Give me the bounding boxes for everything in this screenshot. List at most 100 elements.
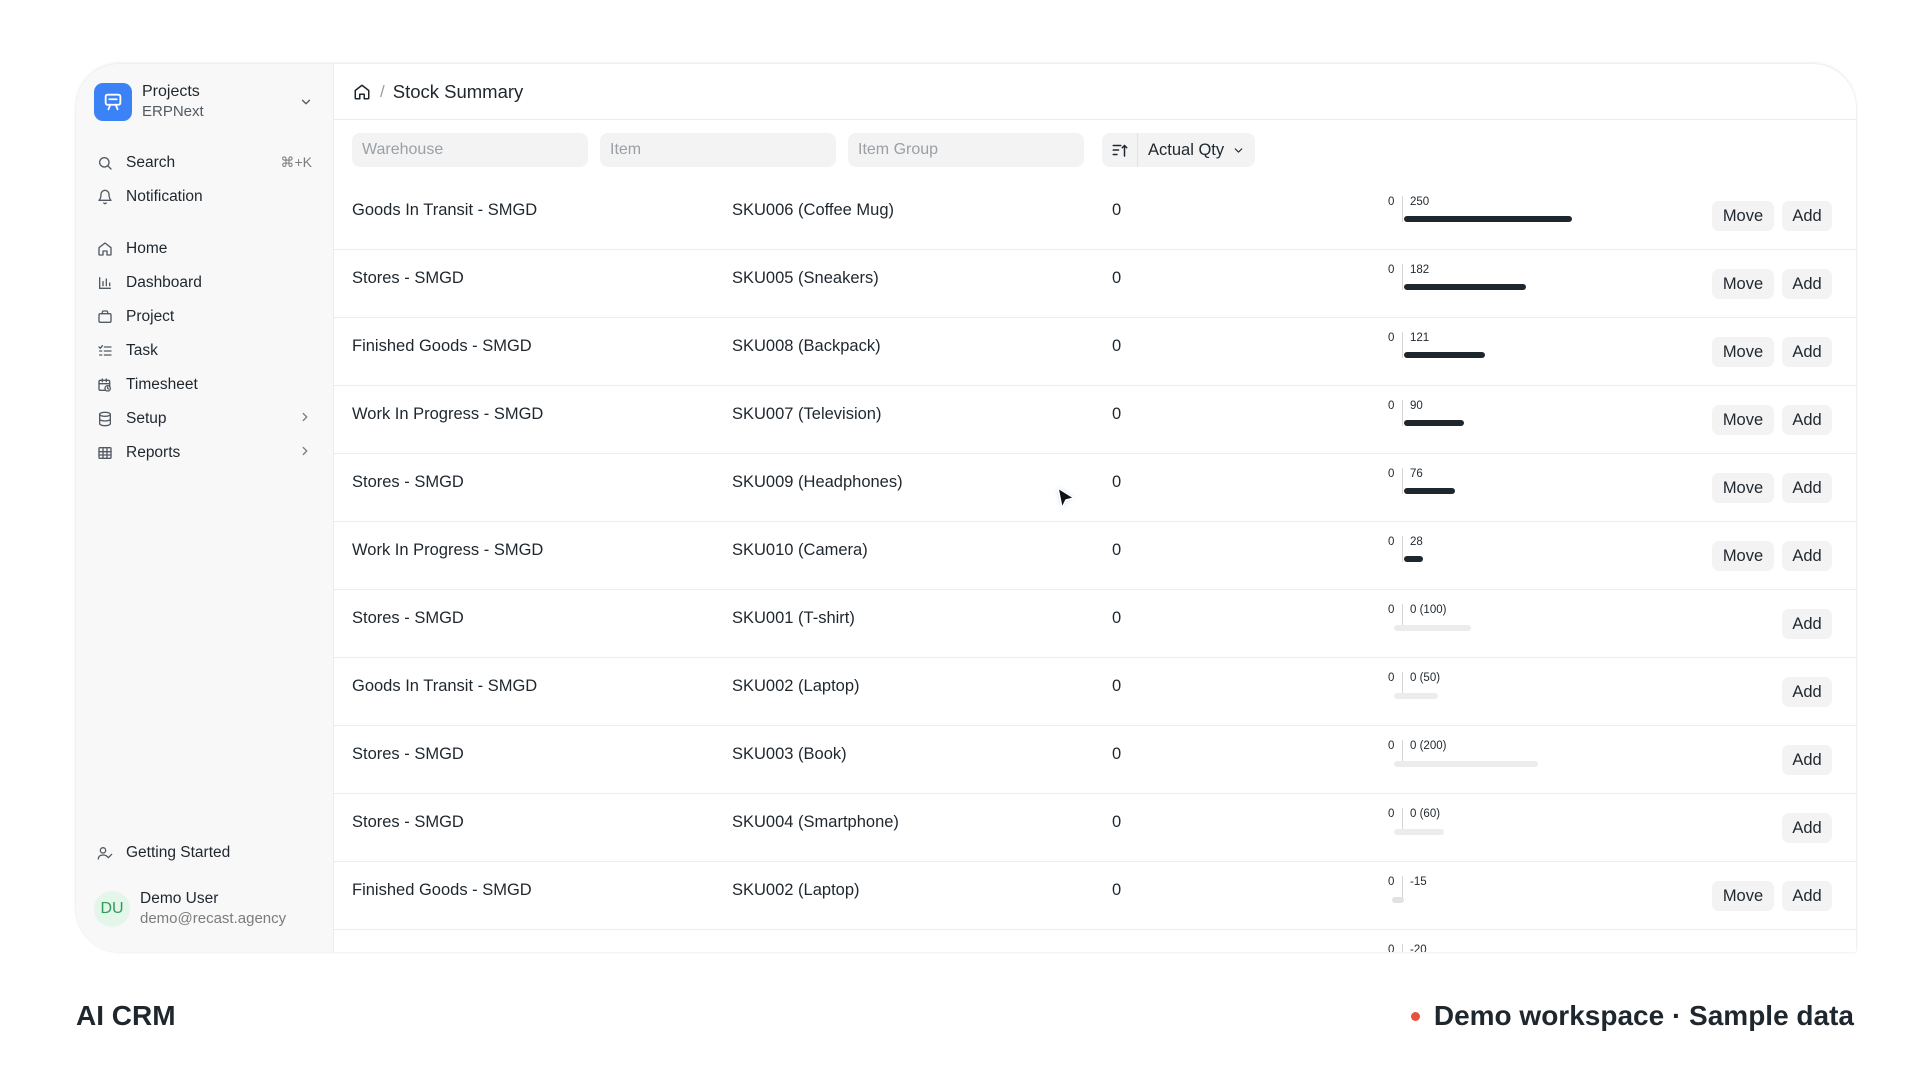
table-row[interactable]: Stores - SMGD SKU004 (Smartphone) 0 0 0 (60)… [334, 794, 1856, 862]
move-button[interactable]: Move [1712, 881, 1774, 911]
add-button[interactable]: Add [1782, 609, 1832, 639]
table-row[interactable]: Work In Progress - SMGD SKU007 (Televisio… [334, 386, 1856, 454]
table-row[interactable]: Stores - SMGD SKU001 (T-shirt) 0 0 0 (100) Ad… [334, 590, 1856, 658]
chart-zero-label: 0 [1388, 740, 1395, 752]
add-button[interactable]: Add [1782, 745, 1832, 775]
sidebar-item-setup[interactable]: Setup [94, 404, 316, 434]
home-icon[interactable] [352, 82, 372, 102]
add-button[interactable]: Add [1782, 269, 1832, 299]
item-group-filter-input[interactable] [848, 133, 1084, 167]
sidebar-item-label: Notification [126, 188, 203, 205]
main-content: / Stock Summary Actual Qty Goods In Tran… [334, 64, 1856, 952]
move-button[interactable]: Move [1712, 201, 1774, 231]
add-button[interactable]: Add [1782, 337, 1832, 367]
sidebar-item-search[interactable]: Search ⌘+K [94, 148, 316, 178]
user-email: demo@recast.agency [140, 910, 287, 927]
add-button[interactable]: Add [1782, 473, 1832, 503]
sort-control: Actual Qty [1102, 133, 1256, 167]
table-row[interactable]: Finished Goods - SMGD SKU002 (Laptop) 0 0 -1… [334, 862, 1856, 930]
footer-note: Demo workspace · Sample data [1410, 1000, 1854, 1032]
table-row[interactable]: Goods In Transit - SMGD SKU002 (Laptop) 0 0… [334, 658, 1856, 726]
chart-zero-line [1402, 536, 1403, 562]
qty-cell: 0 [1112, 744, 1122, 763]
chart-value-label: 28 [1410, 536, 1423, 548]
warehouse-filter-input[interactable] [352, 133, 588, 167]
sidebar-item-notification[interactable]: Notification [94, 182, 316, 212]
chart-value-label: 90 [1410, 400, 1423, 412]
actual-qty-bar [1404, 556, 1423, 562]
warehouse-cell: Goods In Transit - SMGD [352, 676, 538, 695]
add-button[interactable]: Add [1782, 881, 1832, 911]
add-button[interactable]: Add [1782, 201, 1832, 231]
chart-zero-line [1402, 944, 1403, 952]
workspace-switcher[interactable]: Projects ERPNext [94, 80, 316, 124]
page-title: Stock Summary [392, 80, 524, 102]
stock-level-chart: 0 250 [1388, 188, 1608, 244]
actual-qty-bar [1404, 216, 1572, 222]
stock-level-chart: 0 0 (50) [1388, 664, 1608, 720]
bar-chart-icon [96, 274, 114, 292]
sidebar-item-dashboard[interactable]: Dashboard [94, 268, 316, 298]
add-button[interactable]: Add [1782, 405, 1832, 435]
sidebar-item-getting-started[interactable]: Getting Started [94, 838, 316, 868]
home-icon [96, 240, 114, 258]
stock-level-chart: 0 182 [1388, 256, 1608, 312]
item-filter-input[interactable] [600, 133, 836, 167]
table-row[interactable]: Work In Progress - SMGD SKU010 (Camera) 0 0… [334, 522, 1856, 590]
add-button[interactable]: Add [1782, 541, 1832, 571]
table-row[interactable]: Stores - SMGD SKU003 (Book) 0 0 0 (200) Add [334, 726, 1856, 794]
table-row[interactable]: 0 -20 [334, 930, 1856, 952]
stock-level-chart: 0 121 [1388, 324, 1608, 380]
user-menu[interactable]: DU Demo User demo@recast.agency [94, 884, 316, 934]
stock-level-chart: 0 -15 [1388, 868, 1608, 924]
chart-zero-label: 0 [1388, 944, 1395, 952]
sidebar-item-label: Getting Started [126, 844, 231, 861]
chevron-right-icon[interactable] [298, 444, 312, 458]
chart-zero-label: 0 [1388, 536, 1395, 548]
qty-cell: 0 [1112, 472, 1122, 491]
table-row[interactable]: Stores - SMGD SKU005 (Sneakers) 0 0 182 Move A… [334, 250, 1856, 318]
chart-zero-line [1402, 468, 1403, 494]
warehouse-cell: Finished Goods - SMGD [352, 336, 532, 355]
sort-field-label: Actual Qty [1148, 140, 1225, 159]
chevron-down-icon[interactable] [296, 92, 316, 112]
sidebar-item-timesheet[interactable]: Timesheet [94, 370, 316, 400]
move-button[interactable]: Move [1712, 269, 1774, 299]
stock-level-chart: 0 76 [1388, 460, 1608, 516]
move-button[interactable]: Move [1712, 473, 1774, 503]
actual-qty-bar [1404, 488, 1455, 494]
item-cell: SKU008 (Backpack) [732, 336, 881, 355]
sidebar-item-project[interactable]: Project [94, 302, 316, 332]
chevron-right-icon[interactable] [298, 410, 312, 424]
sidebar-item-task[interactable]: Task [94, 336, 316, 366]
chart-value-label: 182 [1410, 264, 1430, 276]
stock-level-chart: 0 0 (100) [1388, 596, 1608, 652]
add-button[interactable]: Add [1782, 813, 1832, 843]
sidebar-item-home[interactable]: Home [94, 234, 316, 264]
breadcrumb-separator: / [380, 81, 385, 101]
item-cell: SKU007 (Television) [732, 404, 882, 423]
chart-zero-label: 0 [1388, 400, 1395, 412]
table-row[interactable]: Stores - SMGD SKU009 (Headphones) 0 0 76 Move… [334, 454, 1856, 522]
qty-cell: 0 [1112, 268, 1122, 287]
item-cell: SKU004 (Smartphone) [732, 812, 899, 831]
chart-zero-label: 0 [1388, 876, 1395, 888]
negative-qty-bar [1392, 897, 1404, 903]
move-button[interactable]: Move [1712, 541, 1774, 571]
chart-zero-label: 0 [1388, 332, 1395, 344]
search-shortcut: ⌘+K [280, 154, 312, 170]
stock-table: Goods In Transit - SMGD SKU006 (Coffee Mu… [334, 182, 1856, 952]
workspace-subtitle: ERPNext [142, 103, 204, 120]
move-button[interactable]: Move [1712, 337, 1774, 367]
move-button[interactable]: Move [1712, 405, 1774, 435]
sort-field-select[interactable]: Actual Qty [1138, 133, 1255, 167]
sidebar-item-reports[interactable]: Reports [94, 438, 316, 468]
avatar: DU [94, 891, 130, 927]
sidebar-item-label: Dashboard [126, 274, 202, 291]
sort-order-button[interactable] [1102, 133, 1138, 167]
table-row[interactable]: Finished Goods - SMGD SKU008 (Backpack) 0 0… [334, 318, 1856, 386]
app-window: Projects ERPNext Search ⌘+K Notification [76, 64, 1856, 952]
warehouse-cell: Work In Progress - SMGD [352, 404, 544, 423]
table-row[interactable]: Goods In Transit - SMGD SKU006 (Coffee Mu… [334, 182, 1856, 250]
add-button[interactable]: Add [1782, 677, 1832, 707]
